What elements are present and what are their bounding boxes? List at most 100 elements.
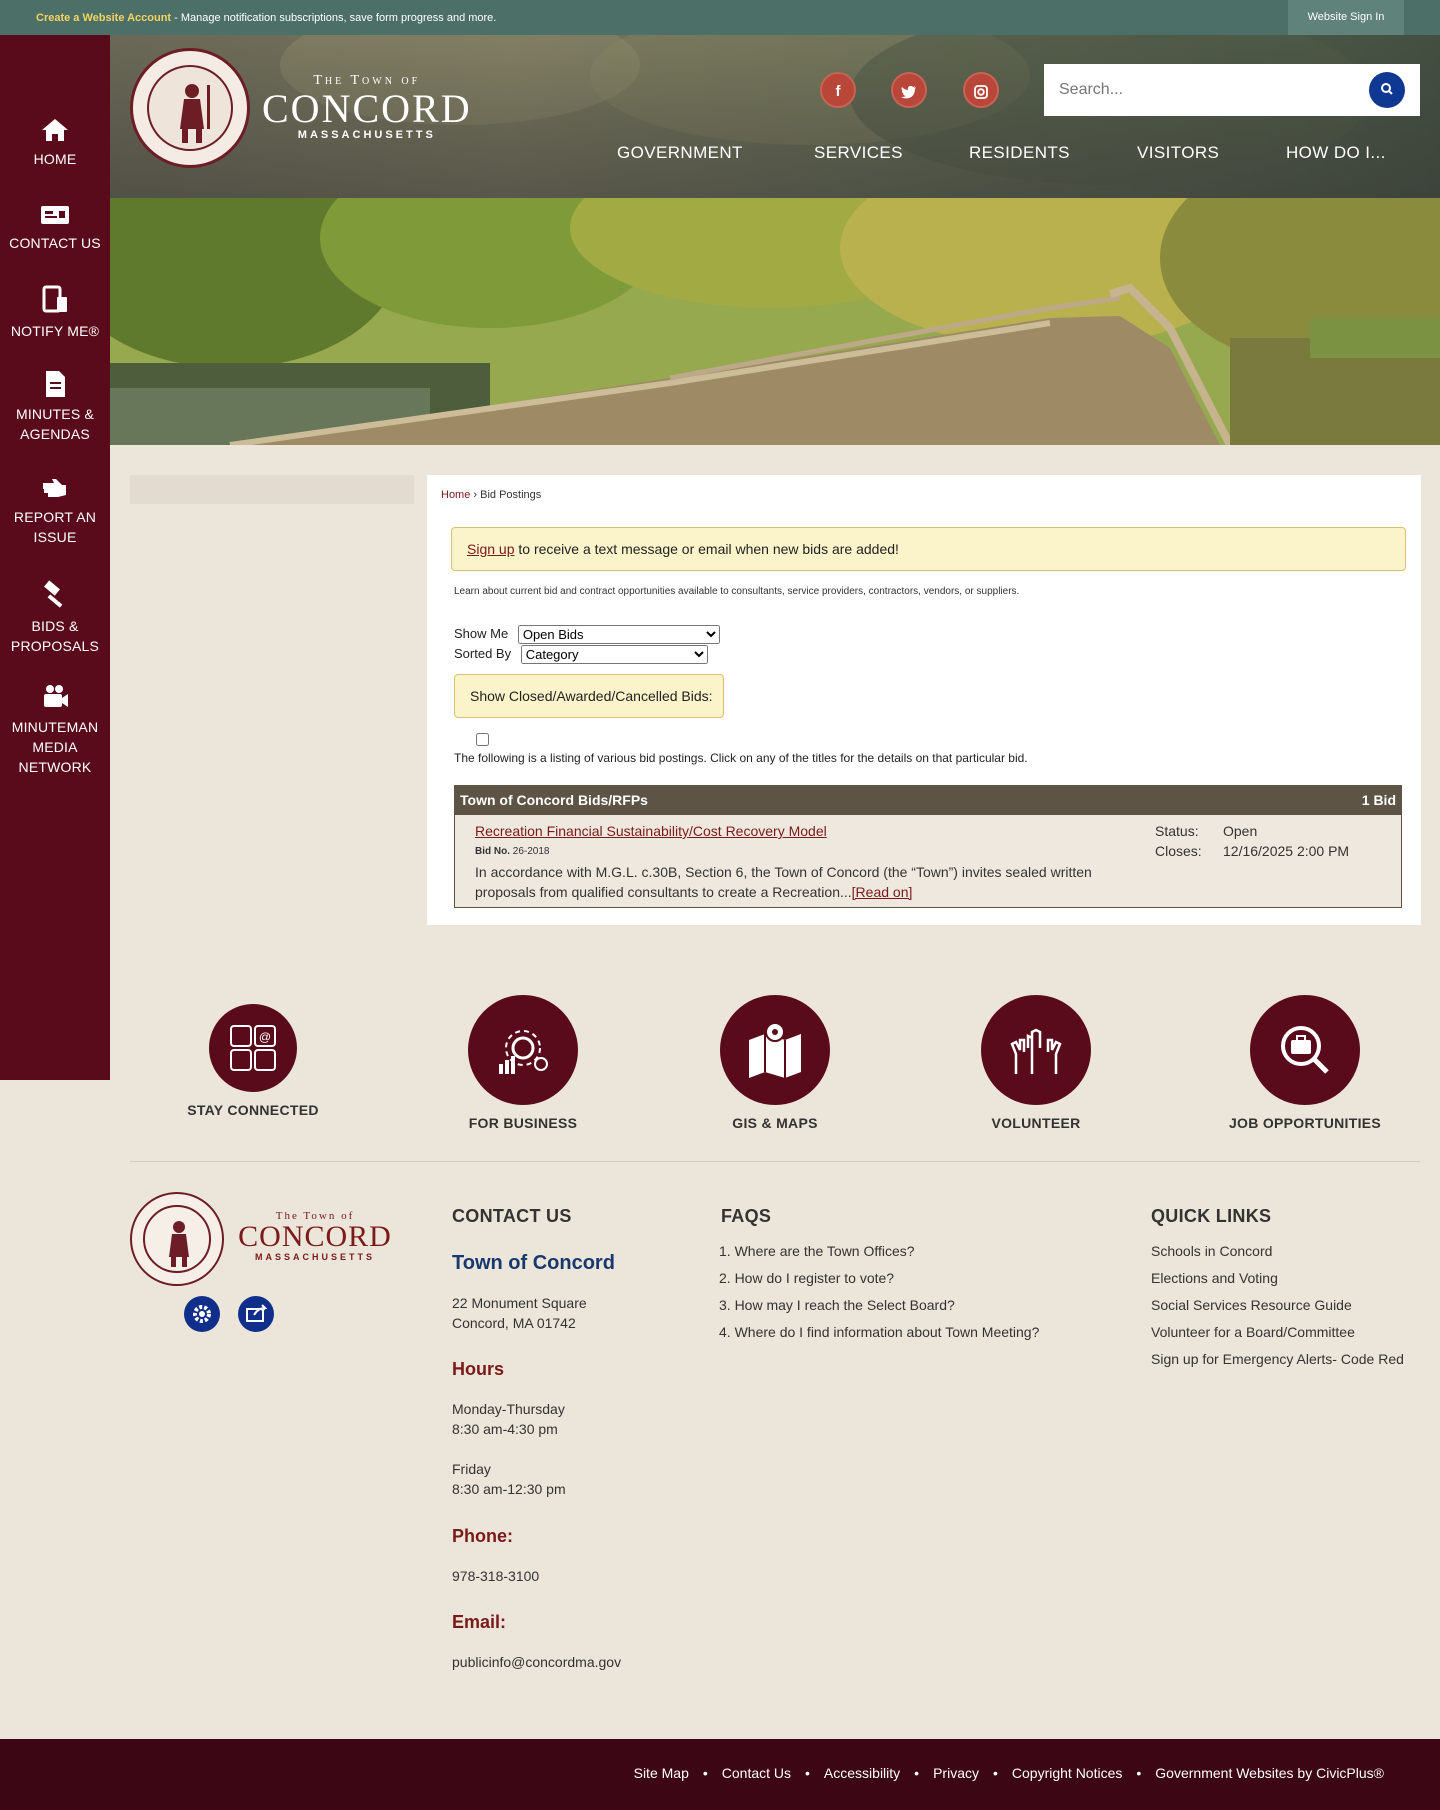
status-value: Open bbox=[1223, 823, 1258, 839]
website-sign-in-button[interactable]: Website Sign In bbox=[1288, 0, 1404, 35]
nav-visitors[interactable]: VISITORS bbox=[1137, 143, 1219, 163]
breadcrumb: Home › Bid Postings bbox=[441, 489, 541, 501]
closes-label: Closes: bbox=[1155, 843, 1202, 859]
account-message-text: - Manage notification subscriptions, sav… bbox=[171, 12, 497, 24]
sidebar-item-label: BIDS & bbox=[31, 618, 79, 634]
email-address[interactable]: publicinfo@concordma.gov bbox=[452, 1652, 621, 1672]
search-button[interactable] bbox=[1369, 72, 1405, 108]
phone-number[interactable]: 978-318-3100 bbox=[452, 1566, 539, 1586]
privacy-link[interactable]: Privacy bbox=[933, 1765, 979, 1781]
faq-link[interactable]: 1. Where are the Town Offices? bbox=[719, 1243, 1039, 1270]
bid-number-label: Bid No. bbox=[475, 846, 510, 857]
sidebar-item-report-issue[interactable]: REPORT AN ISSUE bbox=[0, 475, 110, 547]
address-line-1: 22 Monument Square bbox=[452, 1295, 587, 1311]
nav-how-do-i[interactable]: HOW DO I... bbox=[1286, 143, 1386, 163]
hours-heading: Hours bbox=[452, 1359, 505, 1379]
sidebar-item-contact-us[interactable]: CONTACT US bbox=[0, 203, 110, 253]
bid-closes: Closes: 12/16/2025 2:00 PM bbox=[1155, 843, 1349, 859]
facebook-icon[interactable]: f bbox=[820, 72, 856, 108]
quick-link[interactable]: Sign up for Emergency Alerts- Code Red bbox=[1151, 1351, 1404, 1378]
footer-logo[interactable]: The Town of CONCORD MASSACHUSETTS bbox=[130, 1190, 400, 1286]
contact-us-link[interactable]: Contact Us bbox=[722, 1765, 791, 1781]
home-icon bbox=[42, 119, 68, 141]
separator-dot: • bbox=[992, 1765, 998, 1781]
gis-maps-link[interactable]: GIS & MAPS bbox=[645, 995, 905, 1131]
settings-icon[interactable] bbox=[184, 1296, 220, 1332]
quick-link[interactable]: Elections and Voting bbox=[1151, 1270, 1404, 1297]
sidebar-item-label: NETWORK bbox=[18, 759, 92, 775]
top-bar: Create a Website Account - Manage notifi… bbox=[0, 0, 1440, 35]
contact-org-name: Town of Concord bbox=[452, 1252, 615, 1274]
town-seal-logo[interactable] bbox=[130, 48, 250, 168]
accessibility-link[interactable]: Accessibility bbox=[824, 1765, 900, 1781]
separator-dot: • bbox=[702, 1765, 708, 1781]
show-me-select[interactable]: Open Bids bbox=[517, 625, 720, 644]
instagram-icon[interactable] bbox=[963, 72, 999, 108]
volunteer-link[interactable]: VOLUNTEER bbox=[906, 995, 1166, 1131]
site-header: The Town of CONCORD MASSACHUSETTS f GOVE… bbox=[110, 35, 1440, 198]
create-account-link[interactable]: Create a Website Account bbox=[36, 12, 171, 24]
quick-link[interactable]: Schools in Concord bbox=[1151, 1243, 1404, 1270]
hours-weekday: Monday-Thursday 8:30 am-4:30 pm bbox=[452, 1399, 565, 1439]
town-wordmark[interactable]: The Town of CONCORD MASSACHUSETTS bbox=[262, 73, 472, 141]
nav-government[interactable]: GOVERNMENT bbox=[617, 143, 743, 163]
sidebar-item-label: MINUTEMAN bbox=[11, 719, 99, 735]
sidebar-item-minutes-agendas[interactable]: MINUTES & AGENDAS bbox=[0, 370, 110, 444]
bid-postings-content: Home › Bid Postings Sign up to receive a… bbox=[427, 475, 1421, 925]
sorted-by-select[interactable]: Category bbox=[520, 645, 708, 664]
status-label: Status: bbox=[1155, 823, 1199, 839]
for-business-label: FOR BUSINESS bbox=[468, 1115, 578, 1131]
sidebar-item-home[interactable]: HOME bbox=[0, 117, 110, 169]
quick-link[interactable]: Volunteer for a Board/Committee bbox=[1151, 1324, 1404, 1351]
job-opportunities-link[interactable]: JOB OPPORTUNITIES bbox=[1175, 995, 1435, 1131]
closes-value: 12/16/2025 2:00 PM bbox=[1223, 843, 1350, 859]
raised-hands-icon bbox=[981, 995, 1091, 1105]
site-map-link[interactable]: Site Map bbox=[634, 1765, 689, 1781]
faq-link[interactable]: 4. Where do I find information about Tow… bbox=[719, 1324, 1039, 1351]
sorted-by-label: Sorted By bbox=[454, 645, 512, 661]
show-closed-label: Show Closed/Awarded/Cancelled Bids: bbox=[470, 688, 713, 704]
gis-maps-label: GIS & MAPS bbox=[732, 1115, 818, 1131]
stay-connected-label: STAY CONNECTED bbox=[187, 1102, 319, 1118]
faq-link[interactable]: 3. How may I reach the Select Board? bbox=[719, 1297, 1039, 1324]
minuteman-figure-icon bbox=[180, 84, 210, 143]
nav-services[interactable]: SERVICES bbox=[814, 143, 903, 163]
sidebar-item-label: ISSUE bbox=[33, 529, 77, 545]
for-business-link[interactable]: FOR BUSINESS bbox=[393, 995, 653, 1131]
separator-dot: • bbox=[914, 1765, 920, 1781]
bid-title-link[interactable]: Recreation Financial Sustainability/Cost… bbox=[475, 823, 827, 839]
alert-text: to receive a text message or email when … bbox=[514, 541, 899, 557]
show-me-row: Show Me Open Bids bbox=[454, 625, 720, 644]
stay-connected-link[interactable]: @ STAY CONNECTED bbox=[123, 995, 383, 1118]
show-closed-checkbox[interactable] bbox=[476, 732, 489, 746]
sidebar-item-notify-me[interactable]: NOTIFY ME® bbox=[0, 285, 110, 341]
separator-dot: • bbox=[805, 1765, 810, 1781]
sidebar-item-label: REPORT AN bbox=[13, 509, 97, 525]
breadcrumb-separator: › bbox=[470, 489, 481, 501]
quick-links-icon-row: @ STAY CONNECTED FOR BUSINESS GIS & MAPS… bbox=[0, 955, 1440, 1155]
sidebar-item-bids-proposals[interactable]: BIDS & PROPOSALS bbox=[0, 580, 110, 656]
faq-link[interactable]: 2. How do I register to vote? bbox=[719, 1270, 1039, 1297]
search-input[interactable] bbox=[1044, 64, 1364, 116]
quick-link[interactable]: Social Services Resource Guide bbox=[1151, 1297, 1404, 1324]
briefcase-search-icon bbox=[1250, 995, 1360, 1105]
civicplus-link[interactable]: Government Websites by CivicPlus® bbox=[1155, 1765, 1384, 1781]
read-on-link[interactable]: [Read on] bbox=[852, 884, 913, 900]
video-camera-icon bbox=[44, 685, 68, 707]
bid-number-value: 26-2018 bbox=[512, 846, 550, 857]
hours-time: 8:30 am-12:30 pm bbox=[452, 1481, 566, 1497]
sign-up-link[interactable]: Sign up bbox=[467, 541, 514, 557]
sidebar-item-minuteman-media[interactable]: MINUTEMAN MEDIA NETWORK bbox=[0, 683, 110, 777]
email-heading: Email: bbox=[452, 1612, 507, 1632]
id-card-icon bbox=[41, 206, 69, 224]
bid-description: In accordance with M.G.L. c.30B, Section… bbox=[475, 862, 1135, 902]
twitter-icon[interactable] bbox=[891, 72, 927, 108]
bid-number: Bid No. 26-2018 bbox=[475, 846, 549, 857]
copyright-notices-link[interactable]: Copyright Notices bbox=[1012, 1765, 1123, 1781]
breadcrumb-home-link[interactable]: Home bbox=[441, 489, 470, 501]
bridge-scene-image bbox=[110, 198, 1440, 445]
quick-links-heading: QUICK LINKS bbox=[1151, 1206, 1272, 1226]
bottom-bar: Site Map • Contact Us • Accessibility • Privac… bbox=[0, 1739, 1440, 1810]
share-icon[interactable] bbox=[238, 1296, 274, 1332]
nav-residents[interactable]: RESIDENTS bbox=[969, 143, 1070, 163]
